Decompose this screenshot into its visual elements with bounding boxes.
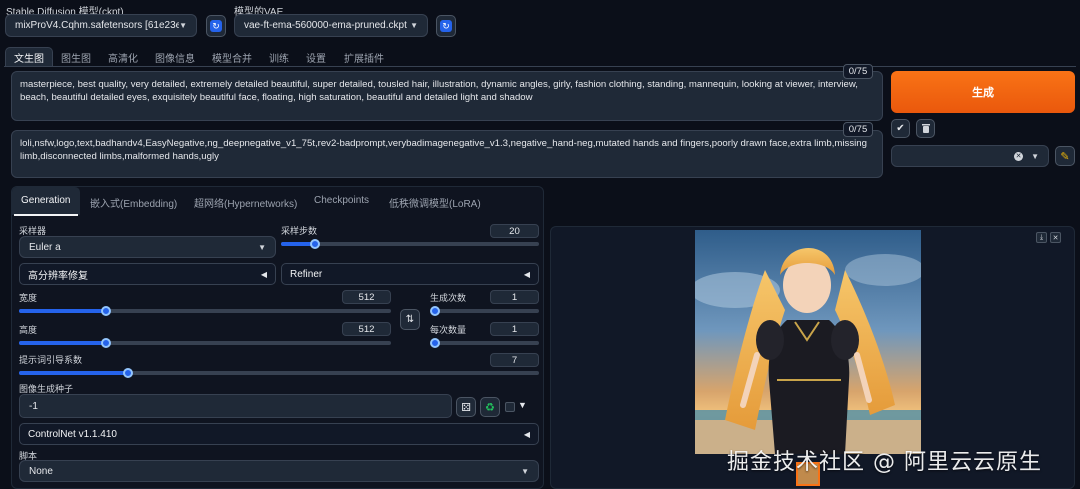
positive-prompt-input[interactable]: masterpiece, best quality, very detailed…: [11, 71, 883, 121]
tab-divider: [4, 66, 1076, 67]
edit-styles-button[interactable]: ✎: [1055, 146, 1075, 166]
steps-label: 采样步数: [281, 226, 318, 236]
batch-size-input[interactable]: 1: [490, 322, 539, 336]
height-slider-handle[interactable]: [101, 338, 112, 348]
width-label: 宽度: [19, 293, 38, 303]
hires-fix-label: 高分辨率修复: [28, 270, 88, 282]
negative-token-counter: 0/75: [843, 122, 873, 137]
close-icon: ✕: [1052, 234, 1059, 242]
cfg-scale-label: 提示词引导系数: [19, 355, 83, 365]
clear-icon[interactable]: ✕: [1014, 151, 1024, 161]
styles-dropdown[interactable]: ✕ ▼: [891, 145, 1049, 167]
chevron-down-icon: ▼: [179, 21, 187, 30]
ckpt-refresh-button[interactable]: ↻: [206, 15, 226, 37]
batch-count-input[interactable]: 1: [490, 290, 539, 304]
generate-button[interactable]: 生成: [891, 71, 1075, 113]
trash-icon: [921, 124, 930, 133]
collapse-triangle-icon: ◀: [523, 429, 530, 439]
chevron-down-icon: ▼: [258, 242, 266, 252]
apply-style-button[interactable]: ✔: [891, 119, 910, 138]
extra-seed-toggle-icon[interactable]: ▼: [518, 400, 527, 410]
random-seed-button[interactable]: ⚄: [456, 397, 476, 417]
subtab-lora[interactable]: 低秩微调模型(LoRA): [389, 195, 481, 210]
tab-txt2img[interactable]: 文生图: [5, 47, 53, 67]
pencil-icon: ✎: [1060, 150, 1070, 163]
negative-prompt-input[interactable]: loli,nsfw,logo,text,badhandv4,EasyNegati…: [11, 130, 883, 178]
check-icon: ✔: [896, 123, 905, 134]
positive-token-counter: 0/75: [843, 64, 873, 79]
cfg-scale-slider-handle[interactable]: [123, 368, 134, 378]
height-input[interactable]: 512: [342, 322, 391, 336]
sampler-dropdown[interactable]: Euler a ▼: [19, 236, 276, 258]
tab-png-info[interactable]: 图像信息: [155, 47, 195, 67]
refresh-icon: ↻: [210, 20, 222, 32]
chevron-down-icon: ▼: [1031, 151, 1039, 161]
subtab-checkpoints[interactable]: Checkpoints: [314, 195, 369, 206]
vae-dropdown[interactable]: vae-ft-ema-560000-ema-pruned.ckpt ▼: [234, 14, 428, 37]
refiner-accordion[interactable]: Refiner ◀: [281, 263, 539, 285]
close-button[interactable]: ✕: [1050, 232, 1061, 243]
extra-seed-checkbox[interactable]: [505, 402, 515, 412]
vae-value: vae-ft-ema-560000-ema-pruned.ckpt: [244, 20, 407, 31]
controlnet-accordion[interactable]: ControlNet v1.1.410 ◀: [19, 423, 539, 445]
tab-train[interactable]: 训练: [269, 47, 289, 67]
refiner-label: Refiner: [290, 268, 323, 280]
subtab-underline: [14, 214, 78, 216]
ckpt-value: mixProV4.Cqhm.safetensors [61e23e57ea: [15, 20, 180, 31]
chevron-down-icon: ▼: [521, 466, 529, 476]
batch-size-label: 每次数量: [430, 325, 467, 335]
download-button[interactable]: ⤓: [1036, 232, 1047, 243]
batch-count-slider-handle[interactable]: [430, 306, 440, 316]
generated-image[interactable]: [695, 230, 921, 454]
tab-extras[interactable]: 高清化: [108, 47, 138, 67]
recycle-icon: ♻: [485, 401, 495, 414]
collapse-triangle-icon: ◀: [260, 269, 267, 279]
vae-refresh-button[interactable]: ↻: [436, 15, 456, 37]
script-value: None: [29, 465, 53, 477]
steps-slider-handle[interactable]: [309, 239, 320, 249]
cfg-scale-slider[interactable]: [19, 368, 539, 378]
chevron-down-icon: ▼: [410, 21, 418, 30]
subtab-hypernetworks[interactable]: 超网络(Hypernetworks): [194, 195, 297, 210]
width-input[interactable]: 512: [342, 290, 391, 304]
tab-checkpoint-merger[interactable]: 模型合并: [212, 47, 252, 67]
subtab-generation[interactable]: Generation: [21, 195, 70, 206]
steps-input[interactable]: 20: [490, 224, 539, 238]
tab-settings[interactable]: 设置: [306, 47, 326, 67]
subtab-embedding[interactable]: 嵌入式(Embedding): [90, 195, 177, 210]
refresh-icon: ↻: [440, 20, 452, 32]
batch-count-label: 生成次数: [430, 293, 467, 303]
dice-icon: ⚄: [461, 401, 471, 414]
reuse-seed-button[interactable]: ♻: [480, 397, 500, 417]
height-label: 高度: [19, 325, 38, 335]
swap-dimensions-button[interactable]: ⇅: [400, 309, 420, 330]
width-slider[interactable]: [19, 306, 391, 316]
seed-input[interactable]: -1: [19, 394, 452, 418]
collapse-triangle-icon: ◀: [523, 269, 530, 279]
width-slider-handle[interactable]: [101, 306, 112, 316]
clear-prompt-button[interactable]: [916, 119, 935, 138]
hires-fix-accordion[interactable]: 高分辨率修复 ◀: [19, 263, 276, 285]
sampler-value: Euler a: [29, 241, 61, 253]
batch-size-slider-handle[interactable]: [430, 338, 440, 348]
batch-count-slider[interactable]: [430, 306, 539, 316]
tab-extensions[interactable]: 扩展插件: [344, 47, 384, 67]
swap-icon: ⇅: [405, 314, 415, 325]
watermark: 掘金技术社区 @ 阿里云云原生: [727, 450, 1042, 475]
controlnet-label: ControlNet v1.1.410: [28, 428, 117, 440]
batch-size-slider[interactable]: [430, 338, 539, 348]
ckpt-dropdown[interactable]: mixProV4.Cqhm.safetensors [61e23e57ea ▼: [5, 14, 197, 37]
cfg-scale-input[interactable]: 7: [490, 353, 539, 367]
download-icon: ⤓: [1039, 233, 1044, 241]
script-dropdown[interactable]: None ▼: [19, 460, 539, 482]
steps-slider[interactable]: [281, 239, 539, 249]
height-slider[interactable]: [19, 338, 391, 348]
tab-img2img[interactable]: 图生图: [61, 47, 91, 67]
